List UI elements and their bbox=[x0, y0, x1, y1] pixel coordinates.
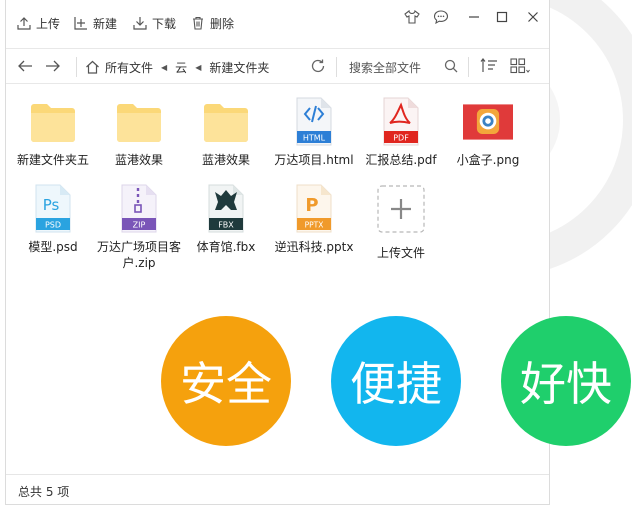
download-label: 下载 bbox=[152, 16, 177, 31]
pptx-glyph: P bbox=[305, 195, 318, 216]
fbx-file-icon: FBX bbox=[208, 184, 244, 233]
home-icon[interactable] bbox=[85, 60, 100, 74]
breadcrumb-item-cloud[interactable]: 云 bbox=[175, 59, 187, 76]
maximize-icon bbox=[496, 11, 508, 23]
file-item[interactable]: Ps PSD 模型.psd bbox=[10, 183, 96, 255]
image-thumbnail-icon bbox=[463, 104, 513, 140]
html-badge: HTML bbox=[303, 134, 326, 143]
close-button[interactable] bbox=[522, 8, 544, 26]
folder-icon bbox=[117, 104, 161, 142]
upload-file-tile[interactable]: 上传文件 bbox=[358, 183, 444, 261]
file-name: 小盒子.png bbox=[456, 153, 520, 167]
sort-button[interactable] bbox=[479, 57, 499, 75]
file-item[interactable]: 小盒子.png bbox=[445, 96, 531, 168]
html-file-icon: HTML bbox=[296, 97, 332, 146]
address-bar: 所有文件 ◀ 云 ◀ 新建文件夹 搜索全部文件 bbox=[6, 48, 549, 84]
file-name: 万达广场项目客户.zip bbox=[96, 240, 181, 270]
file-item[interactable]: ZIP 万达广场项目客户.zip bbox=[96, 183, 182, 271]
upload-button[interactable]: 上传 bbox=[17, 14, 60, 32]
view-toggle-button[interactable] bbox=[510, 57, 530, 75]
divider bbox=[468, 57, 469, 77]
pdf-file-icon: PDF bbox=[383, 97, 419, 146]
maximize-button[interactable] bbox=[491, 8, 513, 26]
minimize-button[interactable] bbox=[463, 8, 485, 26]
minimize-icon bbox=[469, 16, 479, 18]
promo-circle-convenient: 便捷 bbox=[331, 316, 461, 446]
file-name: 汇报总结.pdf bbox=[365, 153, 437, 167]
feedback-button[interactable] bbox=[430, 8, 452, 26]
file-name: 蓝港效果 bbox=[201, 153, 250, 167]
breadcrumb: 所有文件 ◀ 云 ◀ 新建文件夹 bbox=[85, 58, 275, 76]
file-name: 体育馆.fbx bbox=[196, 240, 256, 254]
promo-circle-secure: 安全 bbox=[161, 316, 291, 446]
forward-button[interactable] bbox=[43, 57, 63, 75]
file-name: 逆迅科技.pptx bbox=[274, 240, 354, 254]
item-count: 总共 5 项 bbox=[18, 485, 70, 499]
promo-text: 好快 bbox=[520, 357, 612, 411]
upload-label: 上传 bbox=[36, 16, 61, 31]
status-bar: 总共 5 项 bbox=[6, 474, 549, 505]
file-name: 万达项目.html bbox=[274, 153, 354, 167]
folder-icon bbox=[204, 104, 248, 142]
zip-badge: ZIP bbox=[133, 221, 146, 230]
file-item[interactable]: 蓝港效果 bbox=[96, 96, 182, 168]
file-name: 蓝港效果 bbox=[114, 153, 163, 167]
folder-icon bbox=[31, 104, 75, 142]
psd-badge: PSD bbox=[45, 221, 61, 230]
upload-icon bbox=[17, 17, 31, 30]
search-input[interactable]: 搜索全部文件 bbox=[349, 59, 421, 76]
delete-label: 删除 bbox=[210, 16, 235, 31]
upload-file-label: 上传文件 bbox=[376, 246, 425, 260]
pptx-badge: PPTX bbox=[305, 221, 324, 230]
promo-text: 便捷 bbox=[350, 357, 442, 411]
breadcrumb-separator-icon: ◀ bbox=[161, 62, 168, 72]
file-item[interactable]: 新建文件夹五 bbox=[10, 96, 96, 168]
breadcrumb-item-new-folder[interactable]: 新建文件夹 bbox=[209, 59, 269, 76]
download-icon bbox=[133, 17, 147, 30]
refresh-button[interactable] bbox=[308, 57, 328, 75]
back-button[interactable] bbox=[15, 57, 35, 75]
shirt-icon bbox=[404, 10, 420, 24]
psd-file-icon: Ps PSD bbox=[35, 184, 71, 233]
search-button[interactable] bbox=[441, 57, 461, 75]
file-item[interactable]: PDF 汇报总结.pdf bbox=[358, 96, 444, 168]
file-item[interactable]: P PPTX 逆迅科技.pptx bbox=[271, 183, 357, 255]
file-item[interactable]: HTML 万达项目.html bbox=[271, 96, 357, 168]
breadcrumb-separator-icon: ◀ bbox=[195, 62, 202, 72]
psd-glyph: Ps bbox=[43, 196, 60, 214]
search-icon bbox=[444, 59, 458, 73]
grid-view-icon bbox=[510, 58, 530, 74]
refresh-icon bbox=[311, 59, 325, 73]
trash-icon bbox=[193, 16, 203, 30]
file-name: 模型.psd bbox=[28, 240, 78, 254]
arrow-left-icon bbox=[18, 60, 32, 72]
file-name: 新建文件夹五 bbox=[16, 153, 89, 167]
new-label: 新建 bbox=[93, 16, 118, 31]
pdf-badge: PDF bbox=[393, 134, 409, 143]
promo-text: 安全 bbox=[180, 357, 272, 411]
skin-button[interactable] bbox=[401, 8, 423, 26]
divider bbox=[336, 57, 337, 77]
file-item[interactable]: FBX 体育馆.fbx bbox=[183, 183, 269, 255]
file-item[interactable]: 蓝港效果 bbox=[183, 96, 269, 168]
download-button[interactable]: 下载 bbox=[133, 14, 176, 32]
sort-icon bbox=[480, 58, 497, 72]
file-manager-window: 上传 新建 下载 删除 所有文件 ◀ 云 ◀ 新建文件夹 搜索全部文件 新建文件… bbox=[5, 0, 550, 505]
pptx-file-icon: P PPTX bbox=[296, 184, 332, 233]
new-button[interactable]: 新建 bbox=[74, 14, 117, 32]
new-icon bbox=[74, 17, 87, 30]
close-icon bbox=[528, 12, 538, 22]
zip-file-icon: ZIP bbox=[121, 184, 157, 233]
chat-icon bbox=[433, 10, 449, 24]
promo-circle-fast: 好快 bbox=[501, 316, 631, 446]
fbx-badge: FBX bbox=[218, 221, 234, 230]
toolbar: 上传 新建 下载 删除 bbox=[6, 0, 549, 44]
divider bbox=[76, 57, 77, 77]
delete-button[interactable]: 删除 bbox=[191, 14, 234, 32]
arrow-right-icon bbox=[46, 60, 60, 72]
upload-plus-icon bbox=[377, 185, 425, 233]
breadcrumb-item-all-files[interactable]: 所有文件 bbox=[105, 59, 153, 76]
